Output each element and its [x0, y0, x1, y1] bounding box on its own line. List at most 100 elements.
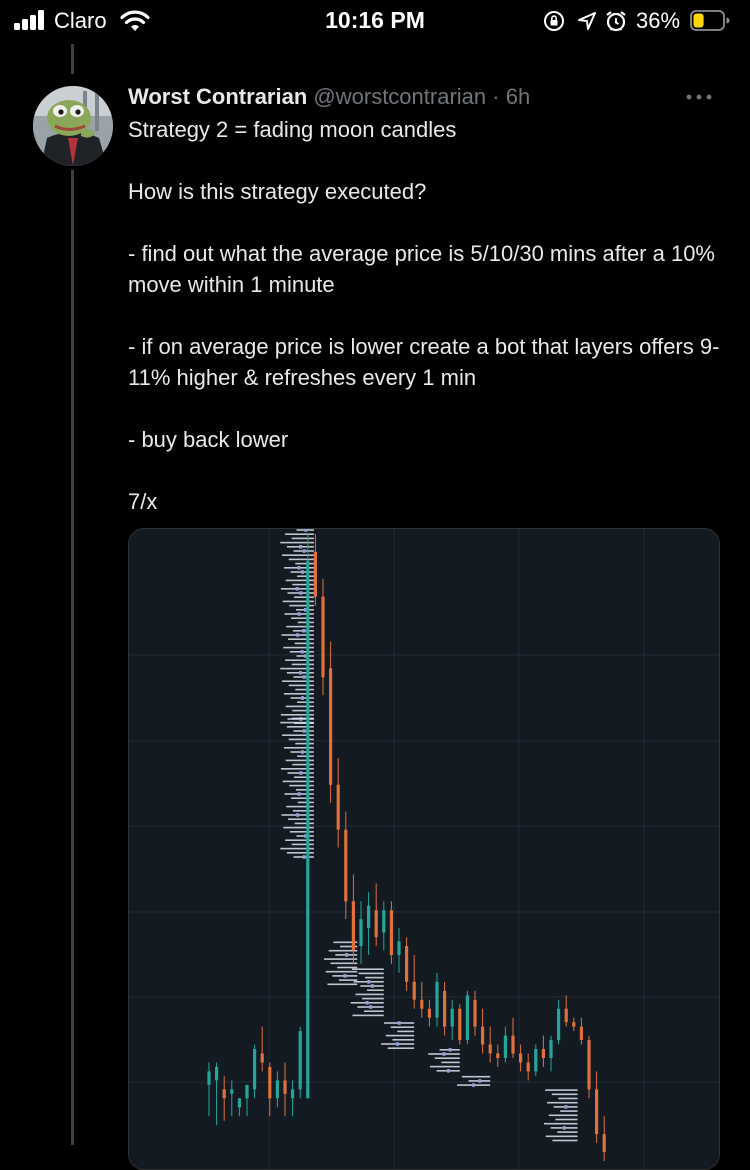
order-level [461, 1075, 491, 1078]
order-marker [297, 612, 301, 616]
order-level [289, 784, 314, 787]
order-level [545, 1089, 578, 1091]
tweet-line: 7/x [128, 489, 158, 514]
order-marker [302, 729, 306, 733]
order-marker [302, 675, 306, 679]
order-level [547, 1101, 578, 1104]
candle-body [389, 910, 393, 955]
order-level [288, 818, 314, 820]
order-level [295, 789, 314, 791]
candle-body [313, 551, 317, 597]
order-level [294, 822, 314, 825]
order-level [327, 983, 358, 986]
order-level [285, 659, 314, 661]
order-level [297, 621, 314, 624]
author-name[interactable]: Worst Contrarian [128, 84, 307, 109]
order-marker [302, 629, 306, 633]
signal-icon [14, 10, 48, 30]
candle-body [557, 1008, 561, 1041]
tweet-text: Strategy 2 = fading moon candles How is … [128, 114, 728, 517]
battery-percent: 36% [636, 8, 681, 33]
candle-body [458, 1008, 462, 1041]
order-marker [301, 570, 304, 574]
candle-body [359, 919, 363, 946]
candle-body [382, 910, 386, 933]
candle-body [587, 1040, 591, 1090]
order-marker [301, 750, 304, 754]
order-marker [302, 549, 306, 553]
candle-body [579, 1026, 583, 1040]
orientation-lock-icon [544, 11, 564, 31]
order-marker [299, 545, 302, 549]
battery-icon [690, 10, 730, 31]
order-level [291, 797, 314, 799]
candle-body [245, 1084, 249, 1099]
order-marker [369, 1005, 373, 1009]
order-marker [447, 1069, 450, 1073]
order-marker [299, 771, 303, 775]
status-bar: Claro 10:16 PM 36% [0, 0, 750, 42]
tweet-line: Strategy 2 = fading moon candles [128, 117, 457, 142]
order-level [294, 776, 314, 778]
candle-body [420, 999, 424, 1009]
order-level [362, 997, 384, 1000]
order-level [434, 1057, 460, 1059]
candle-body [253, 1049, 257, 1090]
order-marker [297, 792, 301, 796]
tweet-time[interactable]: 6h [506, 84, 530, 109]
candle-body [321, 596, 325, 678]
order-level [338, 979, 358, 981]
order-level [397, 1030, 415, 1033]
order-level [297, 801, 314, 804]
order-marker [304, 529, 308, 532]
order-level [285, 759, 314, 762]
candle-body [549, 1040, 553, 1058]
frog-avatar[interactable] [33, 86, 113, 166]
order-level [295, 742, 314, 745]
order-marker [442, 1052, 446, 1056]
candle-body [291, 1089, 295, 1099]
order-marker [472, 1083, 475, 1087]
candle-body [298, 1031, 302, 1090]
candle-body [275, 1080, 279, 1099]
order-marker [296, 813, 300, 817]
order-level [280, 541, 314, 544]
order-level [294, 596, 314, 598]
order-level [297, 701, 314, 703]
order-level [325, 970, 358, 973]
candle-body [534, 1049, 538, 1072]
order-marker [370, 984, 374, 988]
candle-body [450, 1008, 454, 1027]
wifi-icon [120, 10, 150, 31]
order-level [291, 617, 314, 619]
candle-body [526, 1062, 530, 1072]
tweet-line: - buy back lower [128, 427, 289, 452]
order-level [294, 642, 314, 645]
order-level [323, 958, 358, 960]
order-level [289, 604, 314, 607]
more-icon[interactable] [683, 86, 715, 108]
order-level [288, 738, 314, 741]
order-marker [343, 974, 347, 978]
order-level [558, 1097, 578, 1100]
order-level [366, 989, 384, 991]
order-marker [448, 1048, 452, 1052]
author-handle[interactable]: @worstcontrarian [313, 84, 486, 109]
order-level [285, 533, 314, 535]
order-level [297, 755, 314, 757]
candle-body [207, 1071, 211, 1085]
order-level [551, 1093, 578, 1096]
order-level [285, 705, 314, 708]
candle-body [222, 1089, 226, 1099]
order-level [552, 1139, 578, 1142]
chart-image[interactable] [128, 528, 720, 1170]
order-level [282, 554, 314, 556]
tweet-line: - find out what the average price is 5/1… [128, 241, 715, 297]
order-level [297, 575, 314, 577]
candle-body [427, 1008, 431, 1018]
order-marker [478, 1079, 482, 1083]
candle-body [443, 990, 447, 1027]
candle-body [336, 784, 340, 830]
order-marker [302, 855, 306, 859]
candle-body [519, 1053, 523, 1063]
